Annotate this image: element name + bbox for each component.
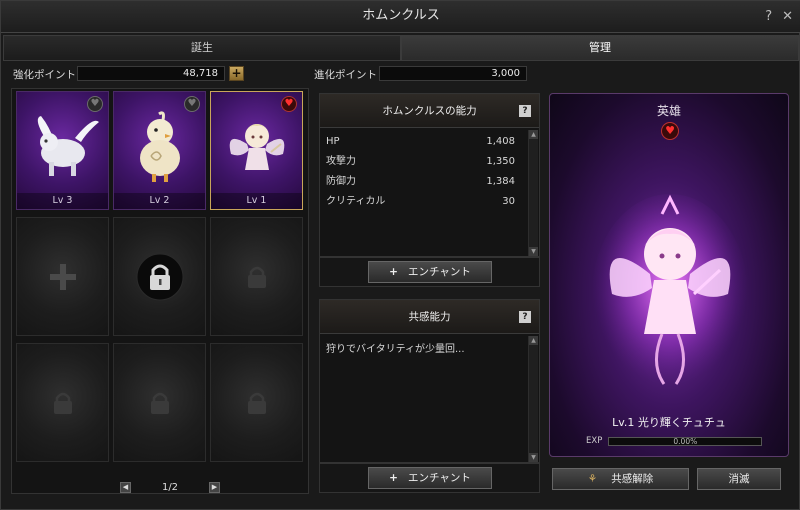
slot-level: Lv 1 <box>211 193 302 209</box>
tab-birth[interactable]: 誕生 <box>3 35 401 61</box>
stat-row: HP 1,408 <box>320 132 539 152</box>
window-title: ホムンクルス <box>362 8 440 23</box>
tab-bar: 誕生 管理 <box>3 35 799 61</box>
enchant-label: エンチャント <box>407 472 471 484</box>
stat-value: 1,408 <box>486 136 515 147</box>
points-bar: 強化ポイント 48,718 + 進化ポイント 3,000 <box>1 65 800 83</box>
scroll-down-icon[interactable]: ▼ <box>529 247 538 256</box>
dismiss-button[interactable]: 消滅 <box>697 468 781 490</box>
ability-section-title: ホムンクルスの能力 <box>382 105 477 117</box>
stat-name: HP <box>326 136 340 147</box>
scroll-up-icon[interactable]: ▲ <box>529 336 538 345</box>
release-label: 共感解除 <box>611 473 654 485</box>
pager: ◀ 1/2 ▶ <box>120 480 220 494</box>
sympathy-enchant-button[interactable]: + エンチャント <box>368 467 492 489</box>
prev-page-button[interactable]: ◀ <box>120 481 131 493</box>
scroll-down-icon[interactable]: ▼ <box>529 453 538 462</box>
empty-slot-add[interactable] <box>16 217 109 336</box>
enchant-label: エンチャント <box>407 266 471 278</box>
lock-icon <box>53 392 72 414</box>
help-icon[interactable]: ? <box>519 311 531 323</box>
stat-value: 30 <box>502 196 515 207</box>
stat-row: 攻撃力 1,350 <box>320 152 539 172</box>
release-sympathy-button[interactable]: ⚘ 共感解除 <box>552 468 689 490</box>
locked-slot-unlockable[interactable] <box>113 217 206 336</box>
close-icon[interactable]: ✕ <box>782 2 793 32</box>
help-icon[interactable]: ? <box>519 105 531 117</box>
slot-level: Lv 3 <box>17 193 108 209</box>
sympathy-scrollbar[interactable]: ▲ ▼ <box>528 336 538 462</box>
sympathy-icon: ⚘ <box>587 473 598 485</box>
lock-icon <box>136 253 183 300</box>
fairy-pet-icon <box>229 124 284 171</box>
enhance-points-label: 強化ポイント <box>13 69 76 81</box>
evolve-points-value: 3,000 <box>379 66 527 81</box>
slot-level: Lv 2 <box>114 193 205 209</box>
add-points-button[interactable]: + <box>229 66 244 81</box>
stat-name: 防御力 <box>326 176 356 187</box>
page-indicator: 1/2 <box>161 481 179 493</box>
homunculus-slot-3[interactable]: ♥ Lv 1 <box>210 91 303 210</box>
locked-slot <box>210 343 303 462</box>
homunculus-slot-grid: ♥ Lv 3 ♥ Lv 2 ♥ Lv 1 ◀ 1/2 ▶ <box>11 88 309 494</box>
locked-slot <box>210 217 303 336</box>
sympathy-ability-section: 共感能力 ? 狩りでバイタリティが少量回... ▲ ▼ <box>319 299 540 463</box>
homunculus-window: ホムンクルス ? ✕ 誕生 管理 強化ポイント 48,718 + 進化ポイント … <box>0 0 800 510</box>
ability-scrollbar[interactable]: ▲ ▼ <box>528 130 538 256</box>
hero-label: 英雄 <box>656 104 681 118</box>
enhance-points-value: 48,718 <box>77 66 225 81</box>
plus-icon: + <box>389 266 398 278</box>
ability-enchant-button[interactable]: + エンチャント <box>368 261 492 283</box>
tab-manage[interactable]: 管理 <box>401 35 799 61</box>
ability-enchant-bar: + エンチャント <box>319 257 540 287</box>
sympathy-section-header: 共感能力 ? <box>320 300 539 334</box>
chick-pet-icon <box>139 111 180 183</box>
fairy-hero-figure <box>592 194 748 394</box>
homunculus-ability-section: ホムンクルスの能力 ? HP 1,408 攻撃力 1,350 防御力 1,384… <box>319 93 540 257</box>
stat-name: クリティカル <box>326 196 386 207</box>
sympathy-description: 狩りでバイタリティが少量回... <box>326 344 465 355</box>
ability-section-header: ホムンクルスの能力 ? <box>320 94 539 128</box>
stat-name: 攻撃力 <box>326 156 356 167</box>
plus-icon <box>49 263 76 290</box>
hero-name: Lv.1 光り輝くチュチュ <box>612 416 726 429</box>
lock-icon <box>247 266 266 288</box>
locked-slot <box>113 343 206 462</box>
sympathy-section-title: 共感能力 <box>408 311 451 323</box>
stat-value: 1,350 <box>486 156 515 167</box>
evolve-points-label: 進化ポイント <box>314 69 377 81</box>
winged-horse-pet-icon <box>37 116 99 177</box>
stat-row: クリティカル 30 <box>320 192 539 212</box>
plus-icon: + <box>389 472 398 484</box>
title-bar[interactable]: ホムンクルス ? ✕ <box>1 1 800 33</box>
homunculus-slot-1[interactable]: ♥ Lv 3 <box>16 91 109 210</box>
help-icon[interactable]: ? <box>765 2 772 32</box>
homunculus-slot-2[interactable]: ♥ Lv 2 <box>113 91 206 210</box>
sympathy-enchant-bar: + エンチャント <box>319 463 540 493</box>
stat-row: 防御力 1,384 <box>320 172 539 192</box>
exp-bar: 0.00% <box>608 436 763 446</box>
lock-icon <box>247 392 266 414</box>
hero-preview-panel: 英雄 ♥ Lv.1 光り輝くチュチュ EXP 0.00% <box>549 93 789 457</box>
stat-value: 1,384 <box>486 176 515 187</box>
lock-icon <box>150 392 169 414</box>
hero-heart-icon: ♥ <box>661 122 679 140</box>
locked-slot <box>16 343 109 462</box>
stat-list: HP 1,408 攻撃力 1,350 防御力 1,384 クリティカル 30 <box>320 128 539 212</box>
scroll-up-icon[interactable]: ▲ <box>529 130 538 139</box>
exp-label: EXP <box>586 436 603 446</box>
next-page-button[interactable]: ▶ <box>209 481 220 493</box>
exp-bar-row: EXP 0.00% <box>586 435 786 447</box>
